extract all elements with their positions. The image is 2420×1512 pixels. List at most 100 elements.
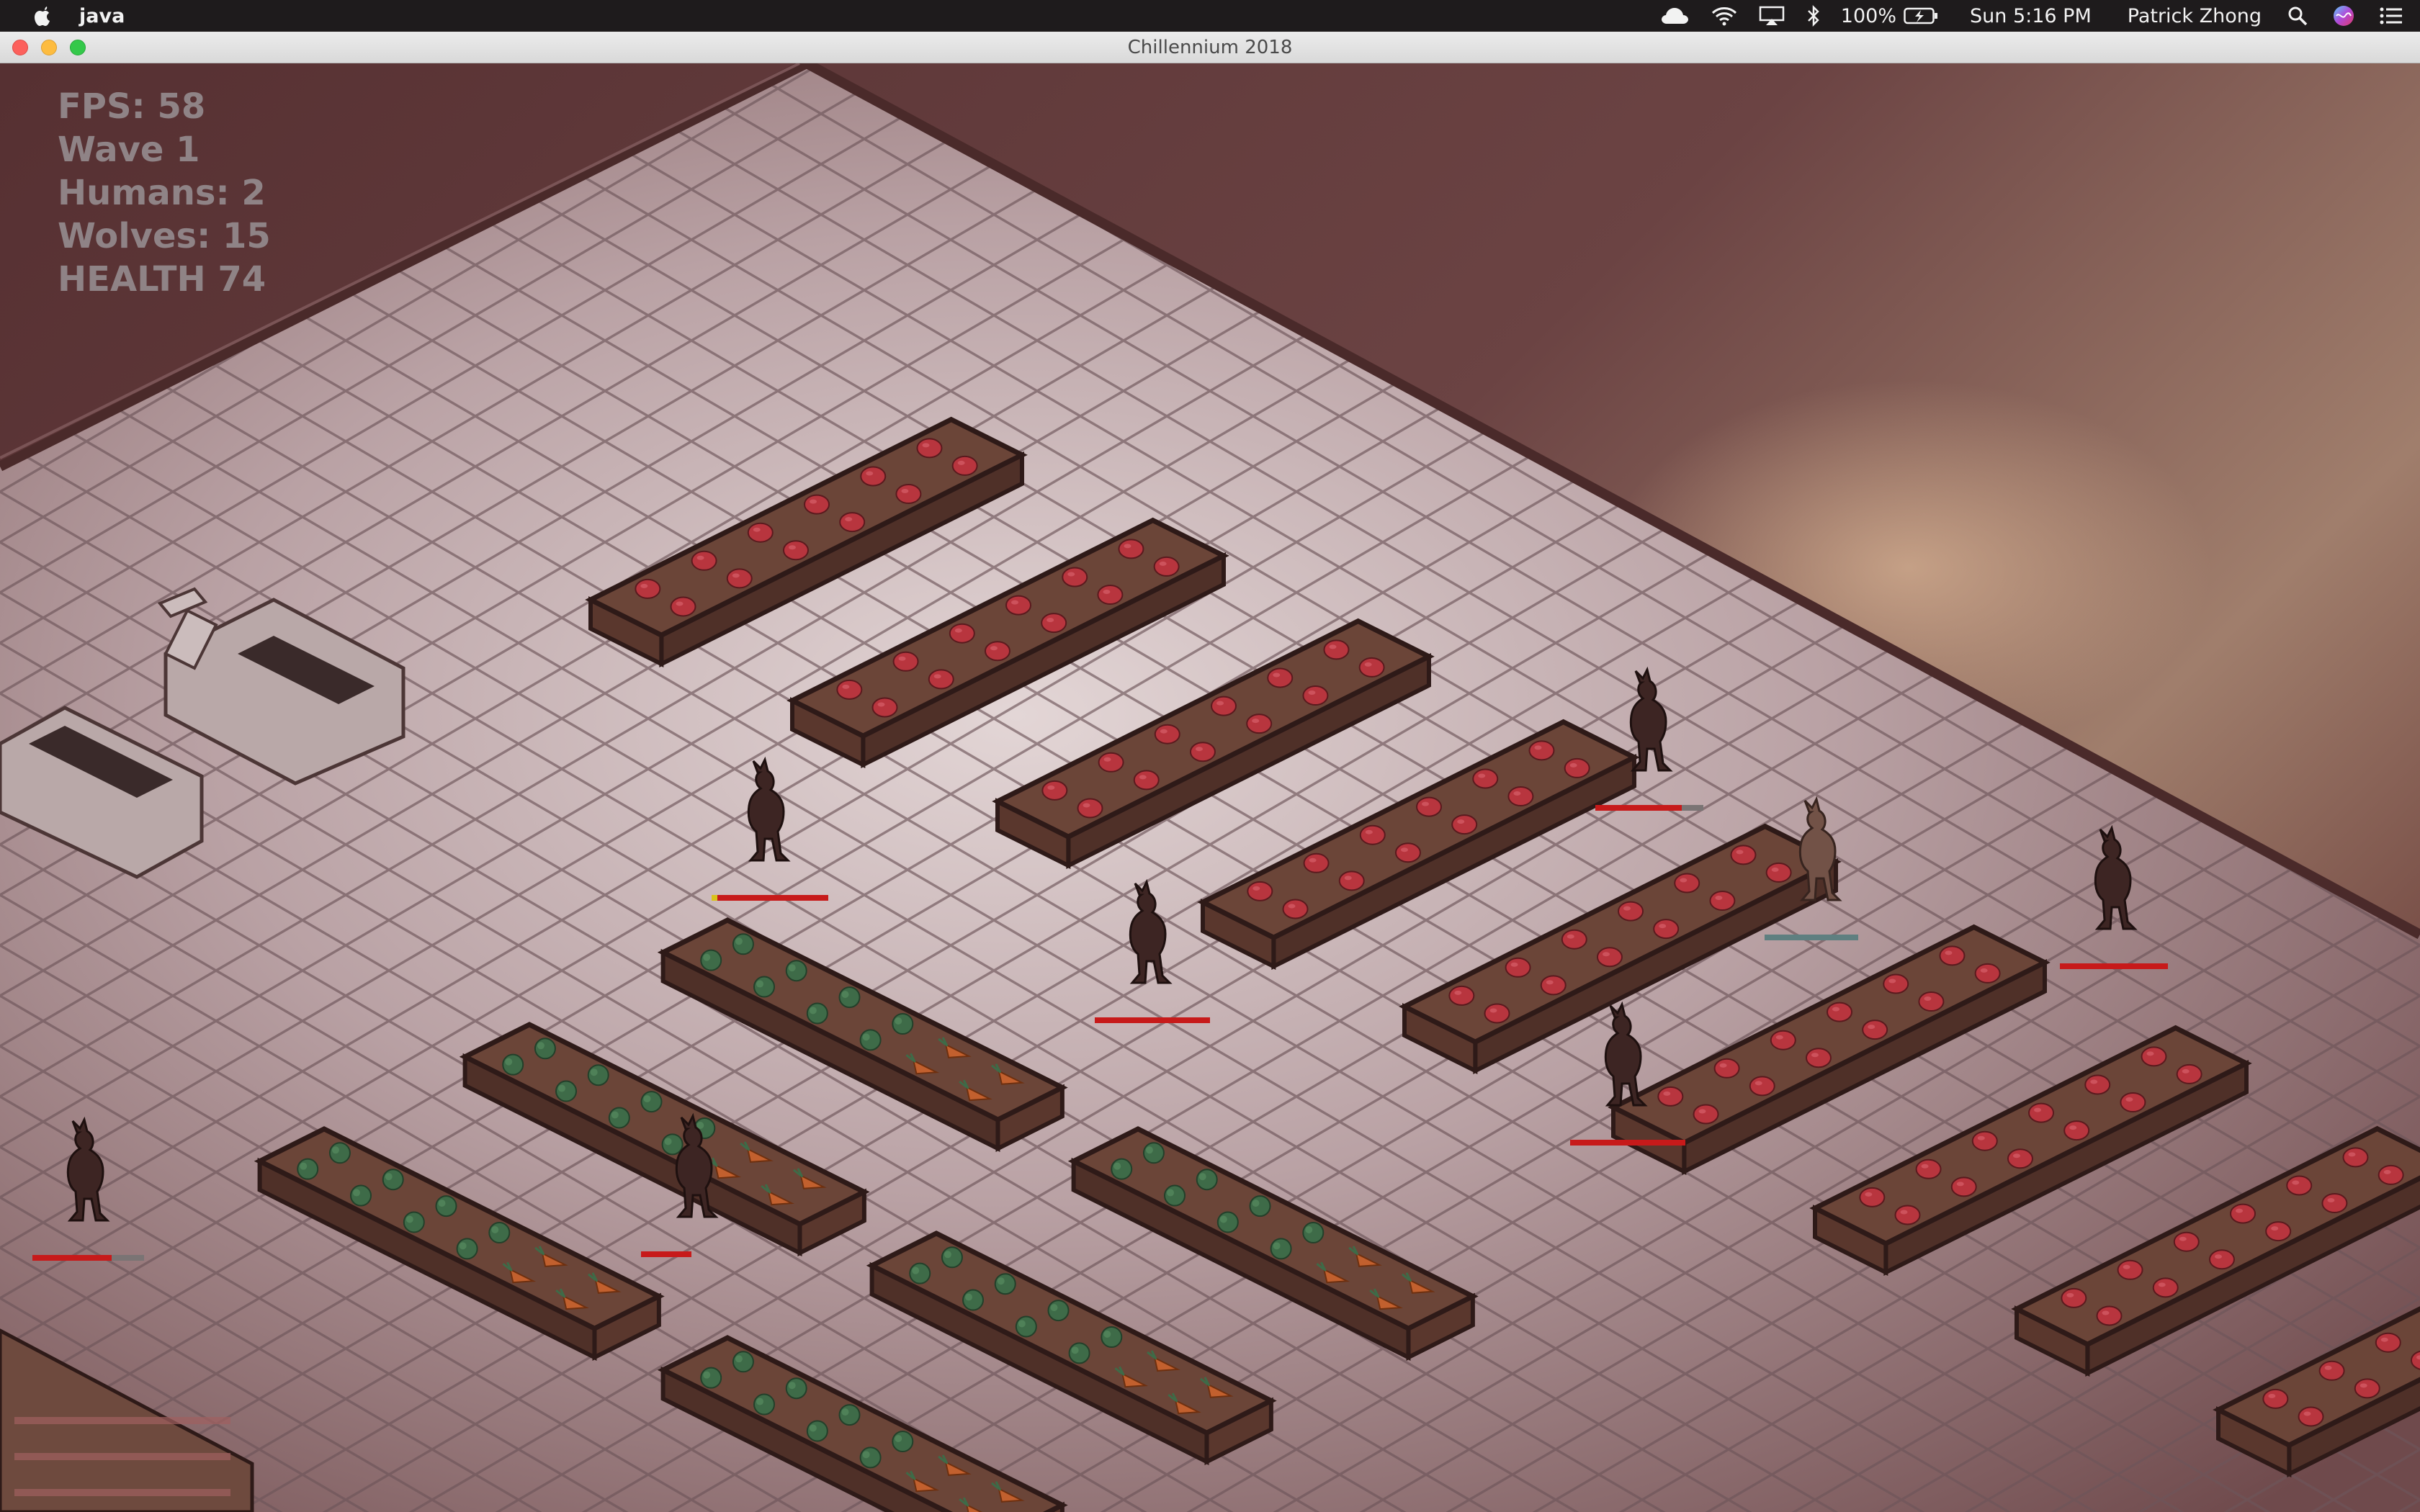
broccoli-item: [1111, 1158, 1133, 1180]
tomato-item: [670, 596, 696, 617]
tomato-item: [1540, 975, 1567, 996]
tomato-item: [2298, 1406, 2324, 1427]
broccoli-item: [1196, 1169, 1218, 1191]
tomato-item: [1041, 613, 1067, 634]
notification-center-icon[interactable]: [2380, 0, 2403, 32]
broccoli-item: [328, 1142, 351, 1164]
tomato-item: [1247, 881, 1273, 901]
tomato-item: [2318, 1360, 2345, 1381]
spotlight-icon[interactable]: [2287, 0, 2308, 32]
tomato-item: [1189, 742, 1216, 762]
game-hud: FPS: 58 Wave 1 Humans: 2 Wolves: 15 HEAL…: [58, 85, 271, 301]
health-counter: HEALTH 74: [58, 259, 266, 300]
tomato-item: [1133, 770, 1160, 791]
tomato-item: [895, 484, 922, 505]
tomato-item: [1974, 963, 2001, 984]
broccoli-item: [502, 1053, 524, 1076]
tomato-item: [1561, 929, 1587, 950]
siri-icon[interactable]: [2332, 0, 2355, 32]
tomato-item: [2375, 1332, 2401, 1353]
broccoli-item: [892, 1430, 914, 1452]
window-title-bar[interactable]: Chillennium 2018: [0, 32, 2420, 63]
tomato-item: [1505, 957, 1531, 978]
menu-clock[interactable]: Sun 5:16 PM: [1970, 5, 2092, 27]
tomato-item: [892, 651, 919, 672]
tomato-item: [836, 679, 863, 700]
health-bar-empty: [1682, 805, 1703, 811]
tomato-item: [1749, 1076, 1775, 1097]
tomato-item: [2117, 1259, 2143, 1280]
broccoli-item: [435, 1195, 457, 1218]
broccoli-item: [488, 1221, 511, 1243]
tomato-item: [1062, 567, 1088, 588]
health-bar-marker: [712, 895, 717, 901]
humans-counter: Humans: 2: [58, 173, 266, 213]
tomato-item: [949, 623, 975, 644]
broccoli-item: [994, 1273, 1016, 1295]
tomato-item: [2321, 1193, 2348, 1214]
tomato-item: [2230, 1203, 2257, 1224]
tomato-item: [1267, 667, 1294, 688]
tomato-item: [1939, 945, 1966, 966]
tomato-item: [2342, 1147, 2369, 1168]
tomato-item: [1657, 1086, 1684, 1107]
tomato-item: [782, 540, 809, 561]
tomato-item: [1338, 870, 1365, 891]
tomato-item: [2265, 1221, 2292, 1242]
broccoli-item: [350, 1184, 372, 1207]
tomato-item: [1528, 740, 1555, 761]
tomato-item: [1770, 1030, 1796, 1050]
tomato-item: [1282, 899, 1309, 919]
tomato-item: [916, 438, 943, 459]
airplay-icon[interactable]: [1759, 0, 1785, 32]
game-scene: [0, 63, 2420, 1512]
tomato-item: [635, 578, 661, 599]
health-bar: [32, 1255, 112, 1261]
tomato-item: [1302, 685, 1329, 706]
wifi-icon[interactable]: [1711, 0, 1737, 32]
health-bar: [1570, 1140, 1685, 1146]
health-bar: [1595, 805, 1682, 811]
tomato-item: [1359, 824, 1386, 845]
wave-counter: Wave 1: [58, 130, 200, 170]
fps-counter: FPS: 58: [58, 86, 206, 127]
broccoli-item: [1216, 1211, 1239, 1233]
tomato-item: [1416, 796, 1443, 817]
tomato-item: [1859, 1187, 1886, 1207]
tomato-item: [1041, 780, 1068, 801]
active-app-name[interactable]: java: [79, 5, 125, 27]
broccoli-item: [534, 1038, 556, 1060]
tomato-item: [2007, 1148, 2033, 1169]
tomato-item: [1915, 1158, 1942, 1179]
battery-icon[interactable]: [1904, 0, 1938, 32]
tomato-item: [1883, 973, 1909, 994]
wolves-counter: Wolves: 15: [58, 216, 271, 256]
tomato-item: [1596, 947, 1623, 968]
broccoli-item: [1302, 1221, 1325, 1243]
tomato-item: [2152, 1277, 2179, 1298]
cloud-icon[interactable]: [1661, 0, 1690, 32]
user-name[interactable]: Patrick Zhong: [2128, 5, 2262, 27]
tomato-item: [1472, 768, 1499, 789]
tomato-item: [1805, 1048, 1832, 1068]
tomato-item: [1765, 862, 1792, 883]
tomato-item: [747, 522, 774, 543]
broccoli-item: [909, 1262, 931, 1284]
broccoli-item: [806, 1420, 828, 1442]
tomato-item: [1484, 1003, 1510, 1024]
tomato-item: [2208, 1249, 2235, 1270]
broccoli-item: [1270, 1238, 1292, 1260]
tomato-item: [2028, 1102, 2055, 1123]
broccoli-item: [732, 933, 754, 955]
apple-icon[interactable]: [29, 5, 58, 27]
game-canvas[interactable]: FPS: 58 Wave 1 Humans: 2 Wolves: 15 HEAL…: [0, 63, 2420, 1512]
tomato-item: [2084, 1074, 2111, 1095]
broccoli-item: [1249, 1195, 1271, 1218]
battery-percent[interactable]: 100%: [1841, 5, 1896, 27]
tomato-item: [726, 568, 753, 589]
tomato-item: [839, 512, 866, 533]
tomato-item: [2173, 1231, 2200, 1252]
broccoli-item: [838, 986, 861, 1009]
tomato-item: [1358, 657, 1385, 678]
bluetooth-icon[interactable]: [1806, 0, 1821, 32]
